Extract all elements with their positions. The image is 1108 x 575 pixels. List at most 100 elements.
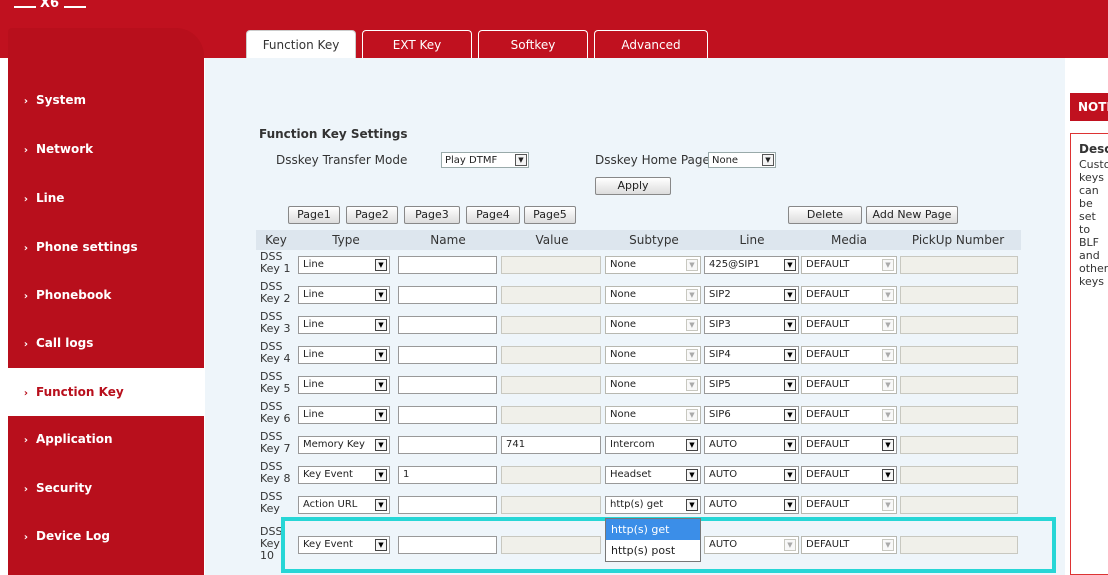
- media-select[interactable]: DEFAULT ▼: [801, 316, 897, 334]
- type-select[interactable]: Line ▼: [298, 376, 390, 394]
- delete-button[interactable]: Delete: [788, 206, 862, 224]
- media-select[interactable]: DEFAULT ▼: [801, 406, 897, 424]
- chevron-right-icon: ›: [23, 194, 28, 205]
- line-select[interactable]: AUTO ▼: [704, 466, 799, 484]
- media-select[interactable]: DEFAULT ▼: [801, 436, 897, 454]
- type-select[interactable]: Key Event ▼: [298, 466, 390, 484]
- key-label-line2: Key 7: [260, 442, 291, 455]
- media-select[interactable]: DEFAULT ▼: [801, 496, 897, 514]
- subtype-select[interactable]: None ▼: [605, 286, 701, 304]
- line-select[interactable]: SIP6 ▼: [704, 406, 799, 424]
- type-select[interactable]: Action URL ▼: [298, 496, 390, 514]
- sidebar-item-phone-settings[interactable]: › Phone settings: [8, 223, 204, 271]
- subtype-select[interactable]: Headset ▼: [605, 466, 701, 484]
- note-text: Custom keys can be set to BLF and other …: [1079, 158, 1108, 288]
- name-input[interactable]: [398, 286, 497, 304]
- subtype-select[interactable]: None ▼: [605, 376, 701, 394]
- value-input[interactable]: [501, 316, 601, 334]
- name-input[interactable]: [398, 406, 497, 424]
- sidebar-item-device-log[interactable]: › Device Log: [8, 512, 204, 560]
- subtype-select[interactable]: Intercom ▼: [605, 436, 701, 454]
- sidebar-item-application[interactable]: › Application: [8, 415, 204, 463]
- page5-button[interactable]: Page5: [524, 206, 576, 224]
- sidebar-item-network[interactable]: › Network: [8, 125, 204, 173]
- sidebar-item-system[interactable]: › System: [8, 76, 204, 124]
- name-input[interactable]: [398, 496, 497, 514]
- media-value: DEFAULT: [806, 259, 850, 270]
- media-value: DEFAULT: [806, 469, 850, 480]
- sidebar-item-call-logs[interactable]: › Call logs: [8, 319, 204, 367]
- value-input[interactable]: [501, 346, 601, 364]
- dropdown-option-http-get[interactable]: http(s) get: [606, 519, 700, 540]
- subtype-select[interactable]: None ▼: [605, 256, 701, 274]
- sidebar-item-phonebook[interactable]: › Phonebook: [8, 271, 204, 319]
- type-select[interactable]: Line ▼: [298, 316, 390, 334]
- page3-button[interactable]: Page3: [404, 206, 460, 224]
- line-select[interactable]: SIP2 ▼: [704, 286, 799, 304]
- pickup-number-input[interactable]: [900, 346, 1018, 364]
- header-name: Name: [430, 233, 466, 247]
- page2-button[interactable]: Page2: [346, 206, 398, 224]
- line-select[interactable]: SIP3 ▼: [704, 316, 799, 334]
- sidebar-item-line[interactable]: › Line: [8, 174, 204, 222]
- pickup-number-input[interactable]: [900, 496, 1018, 514]
- name-input[interactable]: 1: [398, 466, 497, 484]
- value-input[interactable]: [501, 466, 601, 484]
- apply-button[interactable]: Apply: [595, 177, 671, 195]
- type-select[interactable]: Line ▼: [298, 406, 390, 424]
- value-input[interactable]: [501, 286, 601, 304]
- name-input[interactable]: [398, 376, 497, 394]
- home-page-select[interactable]: None ▼: [708, 152, 776, 168]
- pickup-number-input[interactable]: [900, 286, 1018, 304]
- line-select[interactable]: SIP4 ▼: [704, 346, 799, 364]
- media-select[interactable]: DEFAULT ▼: [801, 286, 897, 304]
- name-input[interactable]: [398, 436, 497, 454]
- add-new-page-button[interactable]: Add New Page: [866, 206, 958, 224]
- type-select[interactable]: Line ▼: [298, 346, 390, 364]
- value-input[interactable]: [501, 406, 601, 424]
- type-select[interactable]: Memory Key ▼: [298, 436, 390, 454]
- tab-ext-key[interactable]: EXT Key: [362, 30, 472, 59]
- line-select[interactable]: SIP5 ▼: [704, 376, 799, 394]
- chevron-right-icon: ›: [23, 388, 28, 399]
- tab-softkey[interactable]: Softkey: [478, 30, 588, 59]
- sidebar-item-security[interactable]: › Security: [8, 464, 204, 512]
- pickup-number-input[interactable]: [900, 466, 1018, 484]
- value-input[interactable]: [501, 496, 601, 514]
- value-input[interactable]: [501, 256, 601, 274]
- chevron-down-icon: ▼: [784, 439, 796, 451]
- media-select[interactable]: DEFAULT ▼: [801, 256, 897, 274]
- value-input[interactable]: [501, 376, 601, 394]
- name-input[interactable]: [398, 316, 497, 334]
- name-input[interactable]: [398, 256, 497, 274]
- sidebar-item-label: Function Key: [36, 385, 124, 399]
- page1-button[interactable]: Page1: [288, 206, 340, 224]
- type-select[interactable]: Line ▼: [298, 256, 390, 274]
- tab-function-key[interactable]: Function Key: [246, 30, 356, 59]
- line-select[interactable]: AUTO ▼: [704, 496, 799, 514]
- subtype-select[interactable]: None ▼: [605, 346, 701, 364]
- subtype-select[interactable]: http(s) get ▼: [605, 496, 701, 514]
- media-select[interactable]: DEFAULT ▼: [801, 466, 897, 484]
- tab-advanced[interactable]: Advanced: [594, 30, 708, 59]
- subtype-value: Intercom: [610, 439, 655, 450]
- sidebar-item-function-key[interactable]: › Function Key: [8, 368, 208, 416]
- pickup-number-input[interactable]: [900, 256, 1018, 274]
- page4-button[interactable]: Page4: [466, 206, 520, 224]
- line-select[interactable]: 425@SIP1 ▼: [704, 256, 799, 274]
- media-select[interactable]: DEFAULT ▼: [801, 376, 897, 394]
- subtype-select[interactable]: None ▼: [605, 316, 701, 334]
- pickup-number-input[interactable]: [900, 436, 1018, 454]
- line-select[interactable]: AUTO ▼: [704, 436, 799, 454]
- pickup-number-input[interactable]: [900, 316, 1018, 334]
- pickup-number-input[interactable]: [900, 376, 1018, 394]
- pickup-number-input[interactable]: [900, 406, 1018, 424]
- value-input[interactable]: 741: [501, 436, 601, 454]
- sidebar-item-label: Device Log: [36, 529, 110, 543]
- subtype-select[interactable]: None ▼: [605, 406, 701, 424]
- media-select[interactable]: DEFAULT ▼: [801, 346, 897, 364]
- dropdown-option-http-post[interactable]: http(s) post: [606, 540, 700, 561]
- name-input[interactable]: [398, 346, 497, 364]
- type-select[interactable]: Line ▼: [298, 286, 390, 304]
- transfer-mode-select[interactable]: Play DTMF ▼: [441, 152, 529, 168]
